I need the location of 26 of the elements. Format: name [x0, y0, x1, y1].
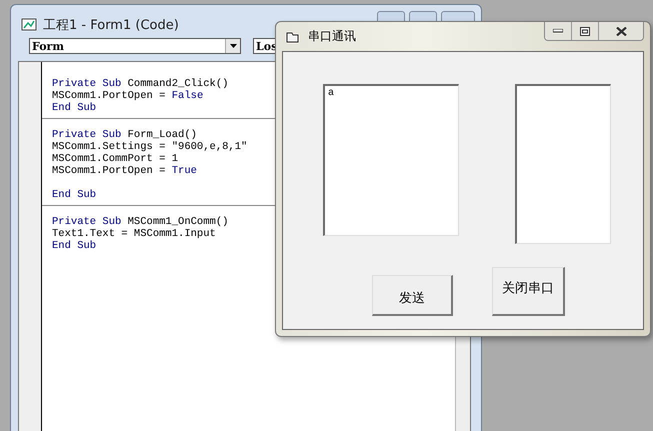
code-line: MSComm1.PortOpen = True [52, 165, 197, 177]
send-button[interactable]: 发送 [372, 275, 453, 316]
maximize-button[interactable] [572, 22, 599, 40]
maximize-icon [580, 26, 590, 36]
window-title: 工程1 - Form1 (Code) [43, 17, 179, 34]
send-text-box[interactable]: a [323, 84, 459, 236]
code-line: End Sub [52, 240, 96, 252]
code-line: Private Sub Command2_Click() [52, 78, 228, 90]
code-line: MSComm1.CommPort = 1 [52, 153, 178, 165]
code-line: Text1.Text = MSComm1.Input [52, 228, 216, 240]
code-line: Private Sub Form_Load() [52, 129, 197, 141]
close-button[interactable] [599, 22, 643, 40]
code-line: Private Sub MSComm1_OnComm() [52, 216, 228, 228]
window-title: 串口通讯 [308, 28, 356, 45]
minimize-button[interactable] [545, 22, 572, 40]
close-port-button[interactable]: 关闭串口 [492, 267, 565, 316]
code-line: End Sub [52, 102, 96, 114]
minimize-icon [553, 29, 563, 33]
code-line: End Sub [52, 188, 96, 201]
close-icon [616, 26, 626, 36]
code-window-icon [21, 18, 37, 32]
object-dropdown[interactable]: Form [29, 38, 241, 54]
form-icon [286, 30, 300, 42]
receive-text-box[interactable] [515, 84, 611, 244]
code-line: MSComm1.PortOpen = False [52, 90, 204, 102]
code-line: MSComm1.Settings = "9600,e,8,1" [52, 141, 248, 153]
